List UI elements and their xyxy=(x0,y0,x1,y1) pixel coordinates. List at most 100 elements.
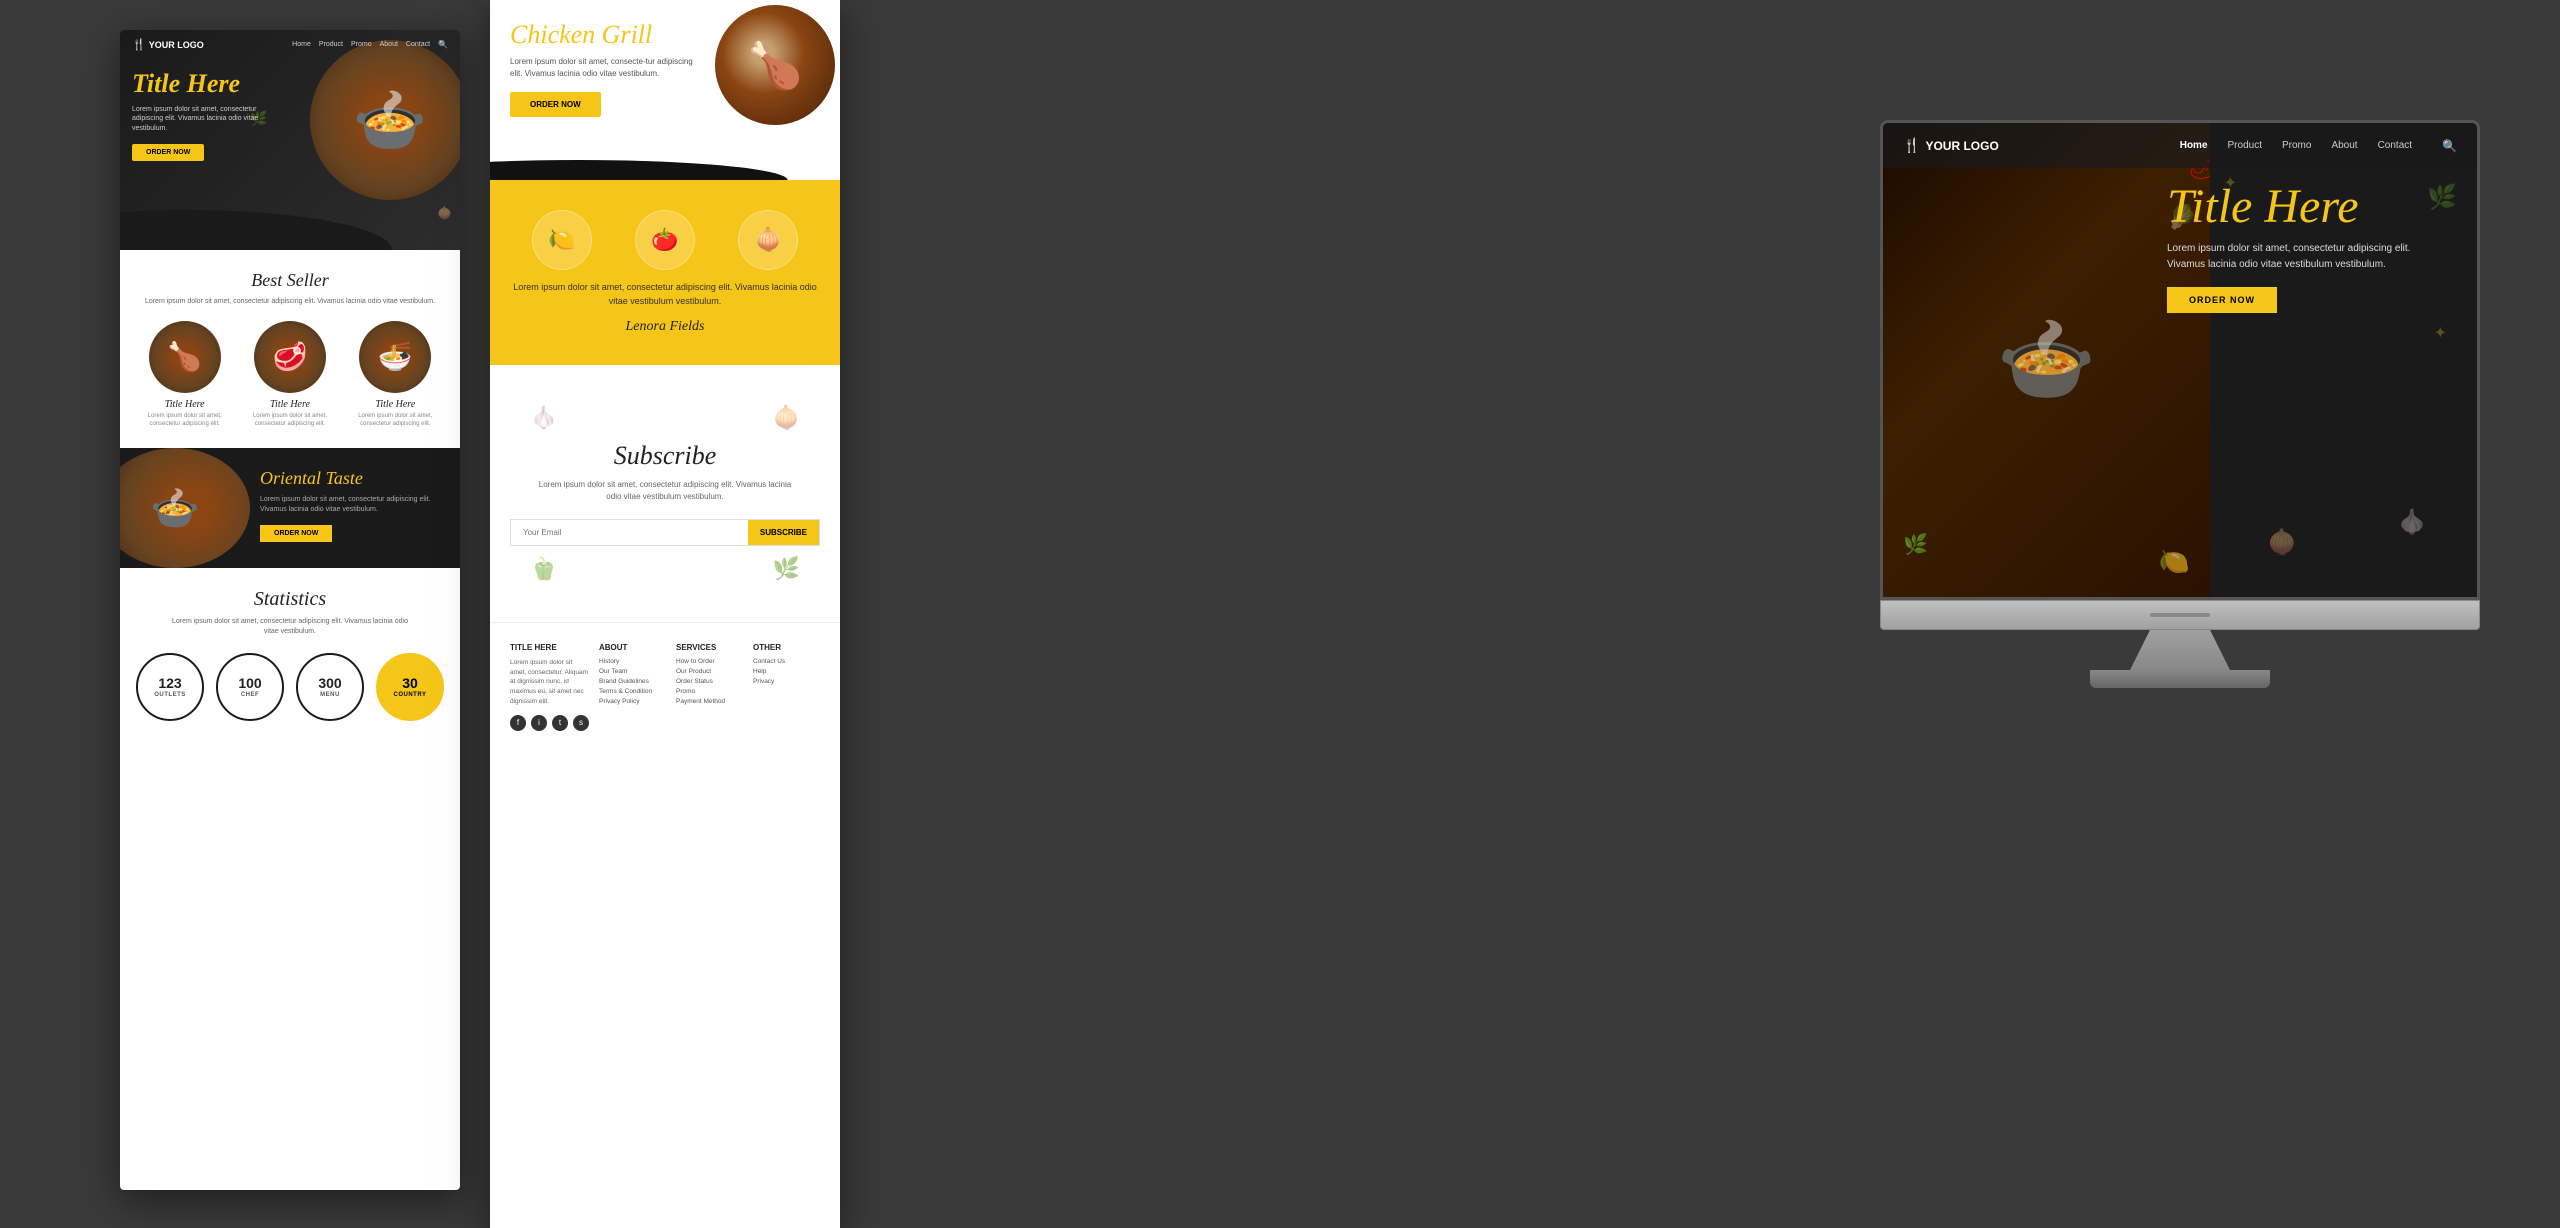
lm-product-2-title: Title Here xyxy=(245,399,335,410)
mm-food-circle-3: 🧅 xyxy=(738,210,798,270)
lm-stat-country[interactable]: 30 COUNTRY xyxy=(376,653,444,721)
lm-nav-about[interactable]: About xyxy=(380,41,398,48)
ms-order-button[interactable]: ORDER NOW xyxy=(2167,287,2277,313)
mm-footer: TITLE HERE Lorem ipsum dolor sit amet, c… xyxy=(490,622,840,751)
mm-footer-services-title: SERVICES xyxy=(676,643,743,652)
lm-product-2: 🥩 Title Here Lorem ipsum dolor sit amet,… xyxy=(245,321,335,429)
mm-food-circle-2: 🍅 xyxy=(635,210,695,270)
mm-email-row: SUBSCRIBE xyxy=(510,519,820,546)
ms-deco-garlic: 🧄 xyxy=(2397,508,2427,537)
lm-stat-chef[interactable]: 100 CHEF xyxy=(216,653,284,721)
mm-subscribe-description: Lorem ipsum dolor sit amet, consectetur … xyxy=(535,479,795,503)
lm-stat-chef-number: 100 xyxy=(238,676,261,690)
mm-testimonial-author: Lenora Fields xyxy=(510,319,820,335)
ms-search-icon[interactable]: 🔍 xyxy=(2442,139,2457,153)
mm-footer-help[interactable]: Help xyxy=(753,668,820,675)
ms-navigation: 🍴 YOUR LOGO Home Product Promo About Con… xyxy=(1883,123,2477,168)
ms-nav-product[interactable]: Product xyxy=(2228,140,2262,151)
deco-garlic-icon: 🧄 xyxy=(530,405,557,431)
mm-footer-privacy[interactable]: Privacy xyxy=(753,678,820,685)
lm-nav-home[interactable]: Home xyxy=(292,41,311,48)
mm-footer-col-about-links: ABOUT History Our Team Brand Guidelines … xyxy=(599,643,666,731)
search-icon[interactable]: 🔍 xyxy=(438,40,448,49)
mm-footer-history[interactable]: History xyxy=(599,658,666,665)
mm-footer-team[interactable]: Our Team xyxy=(599,668,666,675)
ms-fork-icon: 🍴 xyxy=(1903,137,1920,154)
mm-hero-description: Lorem ipsum dolor sit amet, consecte-tur… xyxy=(510,56,700,80)
mm-order-button[interactable]: ORDER NOW xyxy=(510,92,601,117)
mm-subscribe-title: Subscribe xyxy=(510,441,820,471)
deco-herb-icon: 🌿 xyxy=(773,556,800,582)
mm-footer-col-services: SERVICES How to Order Our Product Order … xyxy=(676,643,743,731)
lm-hero-content: Title Here Lorem ipsum dolor sit amet, c… xyxy=(132,70,282,161)
lm-oriental-image: 🍲 xyxy=(120,448,250,568)
lm-order-button[interactable]: ORDER NOW xyxy=(132,144,204,161)
instagram-icon[interactable]: i xyxy=(531,715,547,731)
lm-product-1-title: Title Here xyxy=(140,399,230,410)
twitter-icon[interactable]: t xyxy=(552,715,568,731)
monitor-screen: 🍲 🌶 🌿 🍋 🍴 YOUR LOGO Home Product Promo A… xyxy=(1880,120,2480,600)
ms-nav-about[interactable]: About xyxy=(2331,140,2357,151)
lm-product-1-image: 🍗 xyxy=(149,321,221,393)
middle-mockup: Chicken Grill Lorem ipsum dolor sit amet… xyxy=(490,0,840,1228)
mm-footer-payment[interactable]: Payment Method xyxy=(676,698,743,705)
ms-logo: 🍴 YOUR LOGO xyxy=(1903,137,2180,154)
lm-oriental-button[interactable]: ORDER NOW xyxy=(260,525,332,542)
mm-footer-order-status[interactable]: Order Status xyxy=(676,678,743,685)
snapchat-icon[interactable]: s xyxy=(573,715,589,731)
lm-product-3-title: Title Here xyxy=(350,399,440,410)
mm-footer-col-other: OTHER Contact Us Help Privacy xyxy=(753,643,820,731)
ms-nav-links: Home Product Promo About Contact 🔍 xyxy=(2180,139,2457,153)
mm-footer-privacy-link[interactable]: Privacy Policy xyxy=(599,698,666,705)
mm-food-circle-1: 🍋 xyxy=(532,210,592,270)
lm-stat-outlets[interactable]: 123 OUTLETS xyxy=(136,653,204,721)
ms-small-deco-2: ✦ xyxy=(2434,323,2447,343)
right-monitor: 🍲 🌶 🌿 🍋 🍴 YOUR LOGO Home Product Promo A… xyxy=(1880,120,2480,688)
mm-hero-food-image: 🍗 xyxy=(715,5,835,125)
mm-footer-col-about: TITLE HERE Lorem ipsum dolor sit amet, c… xyxy=(510,643,589,731)
mm-footer-how-to-order[interactable]: How to Order xyxy=(676,658,743,665)
lm-stat-chef-label: CHEF xyxy=(241,692,259,698)
lm-stat-outlets-label: OUTLETS xyxy=(154,692,186,698)
ms-nav-promo[interactable]: Promo xyxy=(2282,140,2311,151)
ms-nav-contact[interactable]: Contact xyxy=(2378,140,2412,151)
mm-food-circles: 🍋 🍅 🧅 xyxy=(510,210,820,270)
ms-food-photo: 🍲 🌶 🌿 🍋 xyxy=(1883,123,2210,597)
mm-footer-terms[interactable]: Terms & Condition xyxy=(599,688,666,695)
mm-subscribe-section: 🧄 🧅 Subscribe Lorem ipsum dolor sit amet… xyxy=(490,365,840,622)
fork-icon: 🍴 xyxy=(132,38,146,51)
ms-nav-home[interactable]: Home xyxy=(2180,140,2208,151)
lm-nav-promo[interactable]: Promo xyxy=(351,41,372,48)
ms-food-emoji: 🍲 xyxy=(1883,123,2210,597)
mm-deco-row-bottom: 🫑 🌿 xyxy=(510,546,820,592)
monitor-bezel-bottom xyxy=(1880,600,2480,630)
mm-deco-row-top: 🧄 🧅 xyxy=(510,395,820,441)
lm-statistics-description: Lorem ipsum dolor sit amet, consectetur … xyxy=(165,617,415,637)
facebook-icon[interactable]: f xyxy=(510,715,526,731)
lm-nav-links: Home Product Promo About Contact 🔍 xyxy=(292,40,448,49)
mm-subscribe-button[interactable]: SUBSCRIBE xyxy=(748,520,819,545)
mm-email-input[interactable] xyxy=(511,520,748,545)
lm-stats-circles: 123 OUTLETS 100 CHEF 300 MENU 30 COUNTRY xyxy=(132,653,448,721)
mm-footer-contact-us[interactable]: Contact Us xyxy=(753,658,820,665)
deco-onion-icon: 🧅 xyxy=(773,405,800,431)
ms-deco-onion: 🧅 xyxy=(2267,528,2297,557)
lm-hero-title: Title Here xyxy=(132,70,282,99)
ms-lemon-deco: 🍋 xyxy=(2159,548,2190,577)
lm-statistics-section: Statistics Lorem ipsum dolor sit amet, c… xyxy=(120,568,460,741)
lm-stat-menu[interactable]: 300 MENU xyxy=(296,653,364,721)
mm-yellow-section: 🍋 🍅 🧅 Lorem ipsum dolor sit amet, consec… xyxy=(490,180,840,365)
lm-stat-country-number: 30 xyxy=(402,676,418,690)
lm-nav-contact[interactable]: Contact xyxy=(406,41,430,48)
mm-footer-promo[interactable]: Promo xyxy=(676,688,743,695)
lm-bestseller-section: Best Seller Lorem ipsum dolor sit amet, … xyxy=(120,250,460,448)
lm-products-grid: 🍗 Title Here Lorem ipsum dolor sit amet,… xyxy=(132,321,448,429)
deco-pepper-icon: 🫑 xyxy=(530,556,557,582)
monitor-stand-base xyxy=(2090,670,2270,688)
lm-food-image: 🍲 xyxy=(310,40,460,200)
mm-footer-brand[interactable]: Brand Guidelines xyxy=(599,678,666,685)
mm-wave-decoration xyxy=(490,160,840,180)
lm-nav-product[interactable]: Product xyxy=(319,41,343,48)
lm-product-2-desc: Lorem ipsum dolor sit amet, consectetur … xyxy=(245,413,335,429)
mm-footer-our-product[interactable]: Our Product xyxy=(676,668,743,675)
